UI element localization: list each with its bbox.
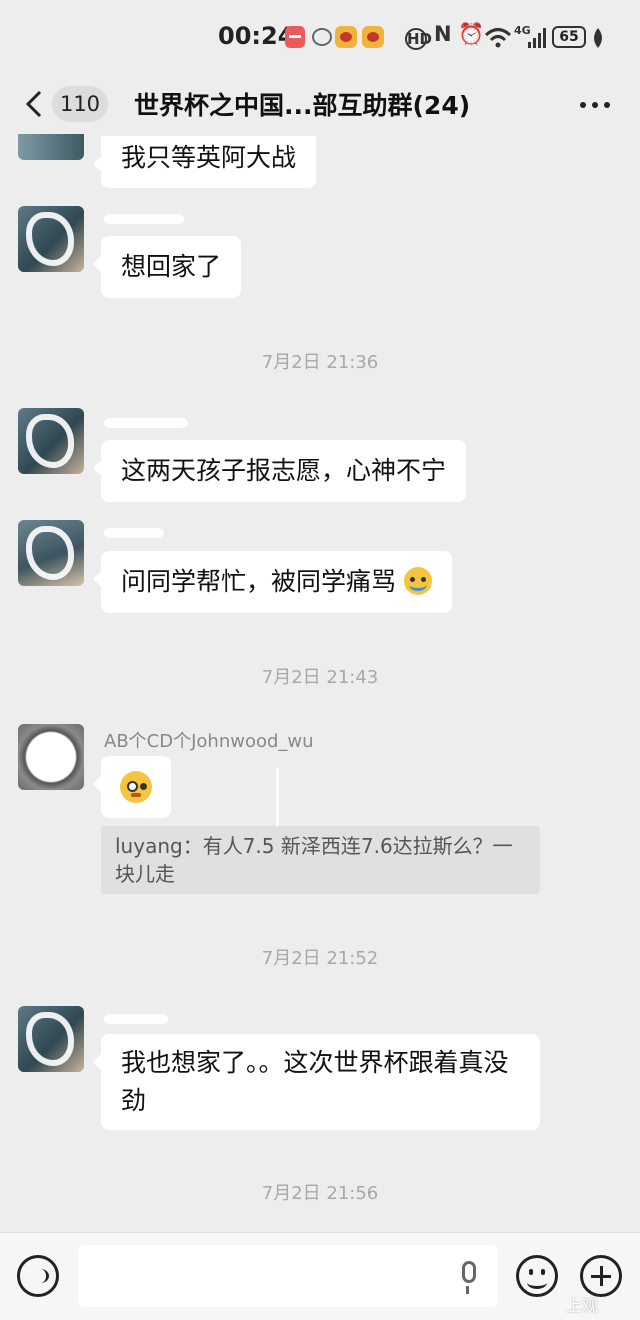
chat-header: 110 世界杯之中国...部互助群(24) bbox=[0, 76, 640, 134]
message-bubble[interactable]: 想回家了 bbox=[92, 236, 242, 298]
hd-call-icon: HD bbox=[405, 28, 433, 50]
sender-name-redacted bbox=[104, 528, 164, 538]
watermark-logo: 上观 bbox=[566, 1296, 599, 1315]
wifi-icon bbox=[484, 28, 512, 48]
microphone-icon[interactable] bbox=[462, 1261, 476, 1294]
message-input[interactable] bbox=[78, 1245, 498, 1307]
plus-icon[interactable] bbox=[580, 1255, 622, 1297]
quoted-message[interactable]: luyang：有人7.5 新泽西连7.6达拉斯么？一块儿走 bbox=[101, 826, 540, 894]
weibo-eye-icon bbox=[362, 26, 384, 48]
nfc-icon: N bbox=[434, 22, 452, 46]
status-time: 00:24 bbox=[218, 22, 295, 50]
sender-name: AB个CD个Johnwood_wu bbox=[104, 731, 314, 752]
emoji-icon[interactable] bbox=[516, 1255, 558, 1297]
message-bubble[interactable]: 我也想家了。。这次世界杯跟着真没劲 bbox=[93, 1034, 540, 1130]
avatar[interactable] bbox=[18, 1006, 84, 1072]
alarm-icon: ⏰ bbox=[458, 22, 485, 46]
avatar[interactable] bbox=[18, 408, 84, 474]
voice-toggle-icon[interactable] bbox=[17, 1255, 59, 1297]
timestamp: 7月2日 21:36 bbox=[261, 352, 379, 373]
more-options-icon[interactable] bbox=[580, 102, 610, 108]
message-bubble-icon bbox=[312, 28, 332, 46]
back-chevron-icon[interactable] bbox=[24, 90, 44, 118]
message-bubble[interactable]: 问同学帮忙，被同学痛骂 bbox=[93, 551, 452, 613]
message-bubble[interactable]: 这两天孩子报志愿，心神不宁 bbox=[92, 440, 467, 502]
avatar[interactable] bbox=[18, 206, 84, 272]
message-bubble[interactable]: 我只等英阿大战 bbox=[92, 136, 317, 188]
battery-indicator: 65 bbox=[552, 26, 586, 48]
sender-name-redacted bbox=[104, 418, 188, 428]
message-text: 我只等英阿大战 bbox=[121, 143, 297, 172]
message-text: 想回家了 bbox=[121, 252, 222, 281]
timestamp: 7月2日 21:43 bbox=[261, 667, 379, 688]
chat-title: 世界杯之中国...部互助群(24) bbox=[134, 91, 471, 120]
unread-count-badge[interactable]: 110 bbox=[52, 86, 108, 122]
red-notification-icon bbox=[285, 26, 305, 48]
sender-name-redacted bbox=[104, 214, 184, 224]
signal-bars-icon bbox=[528, 28, 546, 48]
flushed-face-emoji-icon bbox=[120, 771, 152, 803]
avatar[interactable] bbox=[18, 520, 84, 586]
input-bar bbox=[0, 1232, 640, 1320]
avatar[interactable] bbox=[18, 134, 84, 160]
message-text: 我也想家了。。这次世界杯跟着真没劲 bbox=[121, 1048, 509, 1115]
message-text: 这两天孩子报志愿，心神不宁 bbox=[121, 456, 447, 485]
avatar[interactable] bbox=[18, 724, 84, 790]
sender-name-redacted bbox=[104, 1014, 168, 1024]
leaf-icon bbox=[594, 28, 602, 48]
timestamp: 7月2日 21:52 bbox=[261, 948, 379, 969]
weibo-eye-icon bbox=[335, 26, 357, 48]
crying-face-emoji-icon bbox=[403, 567, 432, 595]
message-text: 问同学帮忙，被同学痛骂 bbox=[121, 567, 397, 596]
timestamp: 7月2日 21:56 bbox=[261, 1183, 379, 1204]
selection-cursor bbox=[276, 768, 279, 828]
status-bar: 00:24 HD N ⏰ 4G 65 bbox=[0, 0, 640, 76]
